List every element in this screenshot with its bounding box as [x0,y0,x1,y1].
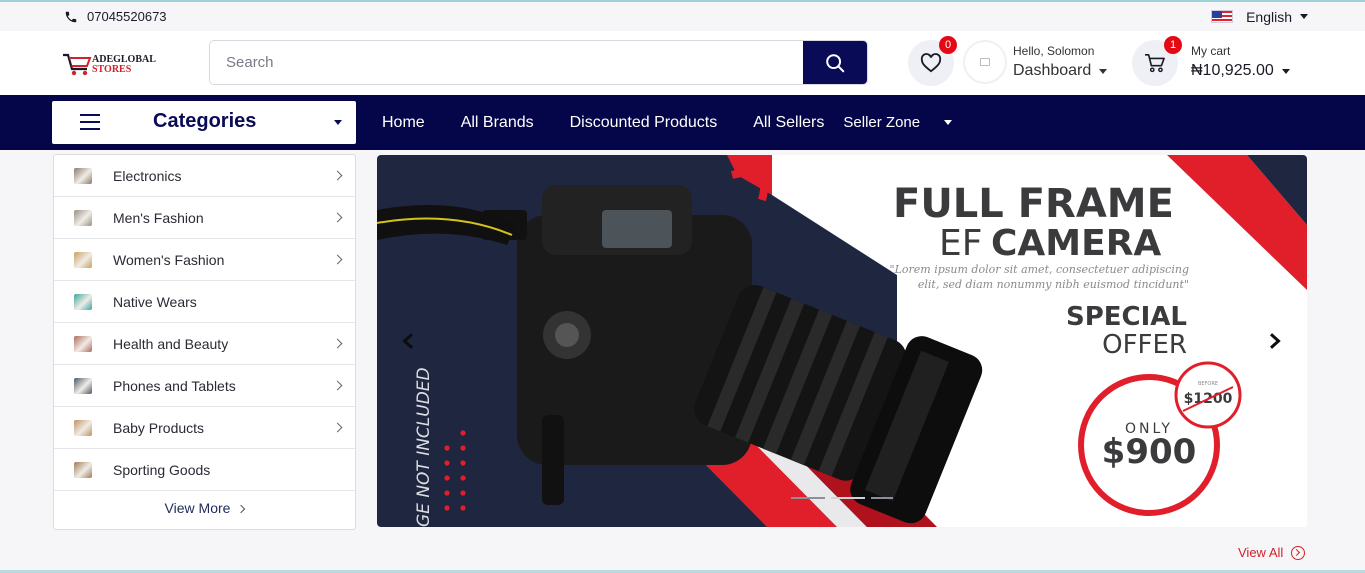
chevron-right-icon [237,504,246,514]
arrow-right-circle-icon [1291,545,1306,560]
category-item-mens-fashion[interactable]: Men's Fashion [54,197,355,239]
phone-number: 07045520673 [87,9,167,24]
mens-fashion-thumbnail [74,210,92,226]
cart-total: ₦10,925.00 [1191,62,1274,79]
wishlist-count-badge: 0 [939,36,957,54]
chevron-right-icon [332,380,343,391]
slider-indicators [791,497,893,499]
chevron-down-icon [1281,68,1290,74]
phone-icon [65,11,77,22]
chevron-right-icon [332,170,343,181]
chevron-down-icon [334,120,342,125]
category-item-health-and-beauty[interactable]: Health and Beauty [54,323,355,365]
us-flag-icon [1211,10,1234,23]
view-more-link[interactable]: View More [54,500,355,516]
phones-tablets-thumbnail [74,378,92,394]
cart-icon [1145,54,1165,73]
banner-offer-label: OFFER [1102,330,1187,360]
category-item-phones-and-tablets[interactable]: Phones and Tablets [54,365,355,407]
view-all-label: View All [1238,545,1284,560]
user-greeting: Hello, Solomon [1013,44,1095,58]
womens-fashion-thumbnail [74,252,92,268]
search-icon [826,53,845,72]
chevron-left-icon [402,333,414,349]
category-item-sporting-goods[interactable]: Sporting Goods [54,449,355,491]
category-sidebar: Electronics Men's Fashion Women's Fashio… [53,154,356,530]
dashboard-label: Dashboard [1013,62,1092,79]
banner-tagline-1: "Lorem ipsum dolor sit amet, consectetue… [890,263,1189,276]
sporting-goods-thumbnail [74,462,92,478]
categories-dropdown-button[interactable]: Categories [52,101,356,144]
heart-icon [920,53,942,73]
chevron-down-icon [1300,14,1308,19]
carousel-prev-button[interactable] [400,332,418,355]
main-nav: Categories Home All Brands Discounted Pr… [0,95,1365,150]
user-menu[interactable]: Hello, Solomon Dashboard [1013,44,1108,80]
banner-special-label: SPECIAL [1066,302,1187,332]
language-selector[interactable]: English [1211,9,1308,25]
avatar-placeholder-icon [980,58,990,66]
health-beauty-thumbnail [74,336,92,352]
search-button[interactable] [803,41,867,84]
seller-zone-dropdown[interactable]: Seller Zone [843,114,988,131]
chevron-down-icon [944,120,953,125]
cart-label: My cart [1191,44,1231,58]
view-all-link[interactable]: View All [1238,545,1306,560]
logo-cart-icon [62,52,92,78]
category-label: Electronics [113,167,182,184]
logo-text-line2: STORES [92,64,132,75]
carousel-next-button[interactable] [1265,332,1283,355]
top-bar: 07045520673 English [0,2,1365,31]
category-label: Phones and Tablets [113,377,236,394]
category-item-baby-products[interactable]: Baby Products [54,407,355,449]
category-label: Sporting Goods [113,461,211,478]
search-input[interactable] [210,41,803,84]
category-label: Women's Fashion [113,251,225,268]
native-wears-thumbnail [74,294,92,310]
baby-products-thumbnail [74,420,92,436]
banner-side-text: GE NOT INCLUDED [414,367,434,527]
banner-tagline-2: elit, sed diam nonummy nibh euismod tinc… [918,278,1189,291]
chevron-right-icon [332,212,343,223]
banner-heading-line1: FULL FRAME [893,181,1174,227]
chevron-right-icon [1269,333,1281,349]
search-bar [209,40,868,85]
nav-link-all-sellers[interactable]: All Sellers [753,114,824,132]
category-label: Native Wears [113,293,197,310]
view-more-label: View More [164,500,231,516]
price-value: $900 [1102,432,1197,472]
category-label: Men's Fashion [113,209,204,226]
electronics-thumbnail [74,168,92,184]
category-item-native-wears[interactable]: Native Wears [54,281,355,323]
category-label: Baby Products [113,419,205,436]
user-avatar[interactable] [963,40,1007,84]
old-price-before-label: BEFORE [1198,381,1218,387]
category-item-electronics[interactable]: Electronics [54,155,355,197]
phone-contact[interactable]: 07045520673 [64,9,167,24]
chevron-right-icon [332,338,343,349]
hero-banner-slide[interactable]: GE NOT INCLUDED FULL FRAME EF CAMERA "Lo… [377,155,1307,527]
banner-heading-ef: EF [939,223,982,264]
category-label: Health and Beauty [113,335,229,352]
cart-count-badge: 1 [1164,36,1182,54]
site-logo[interactable]: ADEGLOBAL STORES [62,50,166,80]
category-item-womens-fashion[interactable]: Women's Fashion [54,239,355,281]
chevron-down-icon [1099,68,1108,74]
nav-link-all-brands[interactable]: All Brands [461,114,534,132]
seller-zone-label: Seller Zone [843,114,921,131]
banner-heading-camera: CAMERA [991,223,1161,264]
hamburger-icon [80,114,100,130]
nav-link-discounted-products[interactable]: Discounted Products [570,114,718,132]
language-label: English [1246,8,1292,25]
chevron-right-icon [332,254,343,265]
banner-artwork: GE NOT INCLUDED FULL FRAME EF CAMERA "Lo… [377,155,1307,527]
cart-summary[interactable]: My cart ₦10,925.00 [1191,44,1290,80]
main-header: ADEGLOBAL STORES 0 Hello, Solomon Dashbo… [0,31,1365,95]
categories-label: Categories [153,110,257,132]
chevron-right-icon [332,422,343,433]
nav-link-home[interactable]: Home [382,114,425,132]
